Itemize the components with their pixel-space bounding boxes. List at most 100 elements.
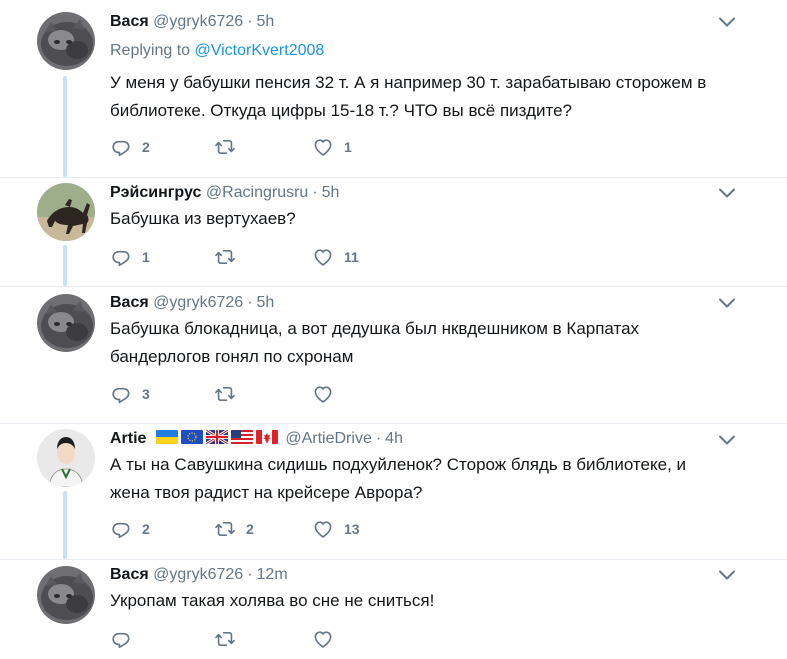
tweet-text-line: Бабушка из вертухаев? <box>110 209 296 228</box>
tweet-header: Artie @ArtieDrive · 4h <box>110 429 403 449</box>
tweet-text-line: У меня у бабушки пенсия 32 т. А я наприм… <box>110 73 707 92</box>
user-handle[interactable]: @ygryk6726 <box>153 13 243 30</box>
display-name[interactable]: Вася <box>110 566 149 583</box>
like-button[interactable]: 11 <box>312 246 359 268</box>
retweet-button[interactable] <box>214 246 246 268</box>
replying-to-label: Replying to <box>110 42 191 59</box>
heart-icon <box>312 246 334 268</box>
user-handle[interactable]: @ygryk6726 <box>153 566 243 583</box>
tweet-text-line: А ты на Савушкина сидишь подхуйленок? Ст… <box>110 455 687 474</box>
avatar[interactable] <box>37 183 95 241</box>
separator-dot: · <box>247 294 253 311</box>
tweet-header: Вася @ygryk6726 · 12m <box>110 565 288 585</box>
tweet[interactable]: Вася @ygryk6726 · 5h Бабушка блокадница, а… <box>0 286 787 423</box>
thread-line <box>63 245 67 286</box>
separator-dot: · <box>312 184 318 201</box>
avatar[interactable] <box>37 566 95 624</box>
like-button[interactable]: 13 <box>312 518 360 540</box>
flag-emoji-list <box>148 430 282 447</box>
replying-to: Replying to @VictorKvert2008 <box>110 41 324 61</box>
retweet-button[interactable] <box>214 136 246 158</box>
heart-icon <box>312 628 334 650</box>
divider <box>0 423 787 424</box>
reply-count: 2 <box>142 521 150 537</box>
separator-dot: · <box>247 566 253 583</box>
retweet-icon <box>214 518 236 540</box>
retweet-icon <box>214 628 236 650</box>
tweet-text: Бабушка из вертухаев? <box>110 205 730 233</box>
reply-icon <box>110 136 132 158</box>
chevron-down-icon[interactable] <box>718 187 736 199</box>
reply-button[interactable]: 3 <box>110 383 150 405</box>
reply-button[interactable]: 1 <box>110 246 150 268</box>
timestamp[interactable]: 5h <box>322 184 340 201</box>
avatar[interactable] <box>37 294 95 352</box>
retweet-icon <box>214 246 236 268</box>
reply-button[interactable] <box>110 628 142 650</box>
avatar[interactable] <box>37 429 95 487</box>
chevron-down-icon[interactable] <box>718 16 736 28</box>
user-handle[interactable]: @Racingrusru <box>206 184 309 201</box>
retweet-icon <box>214 136 236 158</box>
like-button[interactable]: 1 <box>312 136 352 158</box>
retweet-count: 2 <box>246 521 254 537</box>
display-name[interactable]: Вася <box>110 13 149 30</box>
reply-button[interactable]: 2 <box>110 136 150 158</box>
reply-count: 2 <box>142 139 150 155</box>
display-name[interactable]: Artie <box>110 430 146 447</box>
eu-flag-icon <box>180 430 203 444</box>
display-name[interactable]: Рэйсингрус <box>110 184 201 201</box>
retweet-button[interactable] <box>214 383 246 405</box>
tweet[interactable]: Вася @ygryk6726 · 12m Укропам такая холява… <box>0 559 787 659</box>
like-count: 11 <box>344 249 359 265</box>
reply-icon <box>110 246 132 268</box>
chevron-down-icon[interactable] <box>718 569 736 581</box>
retweet-icon <box>214 383 236 405</box>
thread-line <box>63 76 67 177</box>
retweet-button[interactable]: 2 <box>214 518 254 540</box>
tweet-header: Вася @ygryk6726 · 5h <box>110 12 274 32</box>
reply-button[interactable]: 2 <box>110 518 150 540</box>
tweet-text: Укропам такая холява во сне не сниться! <box>110 587 730 615</box>
retweet-button[interactable] <box>214 628 246 650</box>
heart-icon <box>312 136 334 158</box>
us-flag-icon <box>230 430 253 444</box>
heart-icon <box>312 518 334 540</box>
timestamp[interactable]: 5h <box>257 13 275 30</box>
chevron-down-icon[interactable] <box>718 434 736 446</box>
divider <box>0 286 787 287</box>
like-button[interactable] <box>312 383 344 405</box>
tweet-text-line: жена твоя радист на крейсере Аврора? <box>110 483 423 502</box>
separator-dot: · <box>247 13 253 30</box>
avatar[interactable] <box>37 12 95 70</box>
tweet-text: А ты на Савушкина сидишь подхуйленок? Ст… <box>110 451 730 507</box>
chevron-down-icon[interactable] <box>718 297 736 309</box>
display-name[interactable]: Вася <box>110 294 149 311</box>
timestamp[interactable]: 4h <box>385 430 403 447</box>
reply-mention-link[interactable]: @VictorKvert2008 <box>195 42 325 59</box>
timestamp[interactable]: 12m <box>257 566 288 583</box>
timestamp[interactable]: 5h <box>257 294 275 311</box>
reply-icon <box>110 628 132 650</box>
reply-count: 1 <box>142 249 150 265</box>
tweet-header: Вася @ygryk6726 · 5h <box>110 293 274 313</box>
reply-count: 3 <box>142 386 150 402</box>
divider <box>0 559 787 560</box>
tweet[interactable]: Вася @ygryk6726 · 5h Replying to @VictorKv… <box>0 0 787 177</box>
tweet[interactable]: Artie @ArtieDrive · 4h А ты на Савушкина с… <box>0 423 787 559</box>
thread-line <box>63 491 67 559</box>
heart-icon <box>312 383 334 405</box>
like-count: 13 <box>344 521 360 537</box>
tweet-text: Бабушка блокадница, а вот дедушка был нк… <box>110 315 730 371</box>
tweet-header: Рэйсингрус @Racingrusru · 5h <box>110 183 339 203</box>
user-handle[interactable]: @ygryk6726 <box>153 294 243 311</box>
user-handle[interactable]: @ArtieDrive <box>285 430 371 447</box>
reply-icon <box>110 518 132 540</box>
canada-flag-icon <box>255 430 278 444</box>
uk-flag-icon <box>205 430 228 444</box>
reply-icon <box>110 383 132 405</box>
divider <box>0 177 787 178</box>
like-button[interactable] <box>312 628 344 650</box>
tweet-text-line: Бабушка блокадница, а вот дедушка был нк… <box>110 319 640 338</box>
tweet[interactable]: Рэйсингрус @Racingrusru · 5h Бабушка из ве… <box>0 177 787 286</box>
